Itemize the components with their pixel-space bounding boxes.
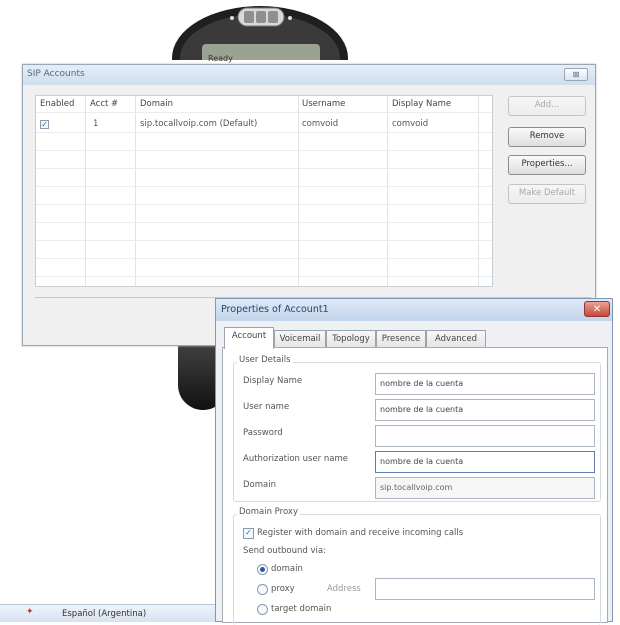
tab-voicemail[interactable]: Voicemail [274,330,326,348]
close-button[interactable]: ⊠ [564,68,588,81]
enabled-checkbox[interactable]: ✓ [40,120,49,129]
proxy-address-field[interactable] [375,578,595,600]
acct-number: 1 [93,119,99,129]
radio-target-domain[interactable] [257,604,268,615]
accounts-list[interactable]: Enabled Acct # Domain Username Display N… [35,95,493,288]
user-name-field[interactable]: nombre de la cuenta [375,399,595,421]
account-display-name: comvoid [392,119,429,129]
account-properties-window: Properties of Account1 ✕ Account Voicema… [215,298,613,625]
password-field[interactable] [375,425,595,447]
close-button[interactable]: ✕ [584,301,610,317]
window-title: Properties of Account1 [221,304,329,315]
properties-button[interactable]: Properties... [508,155,586,175]
tab-topology[interactable]: Topology [326,330,376,348]
group-title-user-details: User Details [237,355,293,365]
column-header-enabled[interactable]: Enabled [40,99,74,109]
add-button[interactable]: Add... [508,96,586,116]
domain-field[interactable]: sip.tocallvoip.com [375,477,595,499]
tab-advanced[interactable]: Advanced [426,330,486,348]
column-header-username[interactable]: Username [302,99,345,109]
remove-button[interactable]: Remove [508,127,586,147]
column-header-domain[interactable]: Domain [140,99,173,109]
taskbar: ✦ Español (Argentina) [0,604,215,622]
tab-presence[interactable]: Presence [376,330,426,348]
softphone-background [172,6,348,60]
display-name-field[interactable]: nombre de la cuenta [375,373,595,395]
radio-target-domain-label: target domain [271,604,332,614]
password-label: Password [243,428,283,438]
window-title: SIP Accounts [27,69,85,79]
account-username: comvoid [302,119,339,129]
radio-domain-label: domain [271,564,303,574]
register-label: Register with domain and receive incomin… [257,528,464,538]
account-domain: sip.tocallvoip.com (Default) [140,119,258,129]
column-header-display-name[interactable]: Display Name [392,99,451,109]
group-title-domain-proxy: Domain Proxy [237,507,300,517]
address-label: Address [327,584,361,594]
register-checkbox[interactable]: ✓ [243,528,254,539]
language-flag-icon[interactable]: ✦ [26,607,40,619]
radio-domain[interactable] [257,564,268,575]
softphone-screen-text: Ready [208,54,233,63]
make-default-button[interactable]: Make Default [508,184,586,204]
language-indicator[interactable]: Español (Argentina) [62,609,146,619]
send-outbound-label: Send outbound via: [243,546,326,556]
authorization-user-field[interactable]: nombre de la cuenta [375,451,595,473]
authorization-user-label: Authorization user name [243,454,348,464]
radio-proxy-label: proxy [271,584,295,594]
display-name-label: Display Name [243,376,303,386]
sip-accounts-titlebar[interactable]: SIP Accounts ⊠ [23,65,595,85]
account-tab-panel: User Details Display Name nombre de la c… [222,347,608,625]
column-header-acct[interactable]: Acct # [90,99,118,109]
radio-proxy[interactable] [257,584,268,595]
tab-account[interactable]: Account [224,327,274,349]
user-name-label: User name [243,402,290,412]
properties-titlebar[interactable]: Properties of Account1 ✕ [216,299,612,321]
domain-label: Domain [243,480,276,490]
